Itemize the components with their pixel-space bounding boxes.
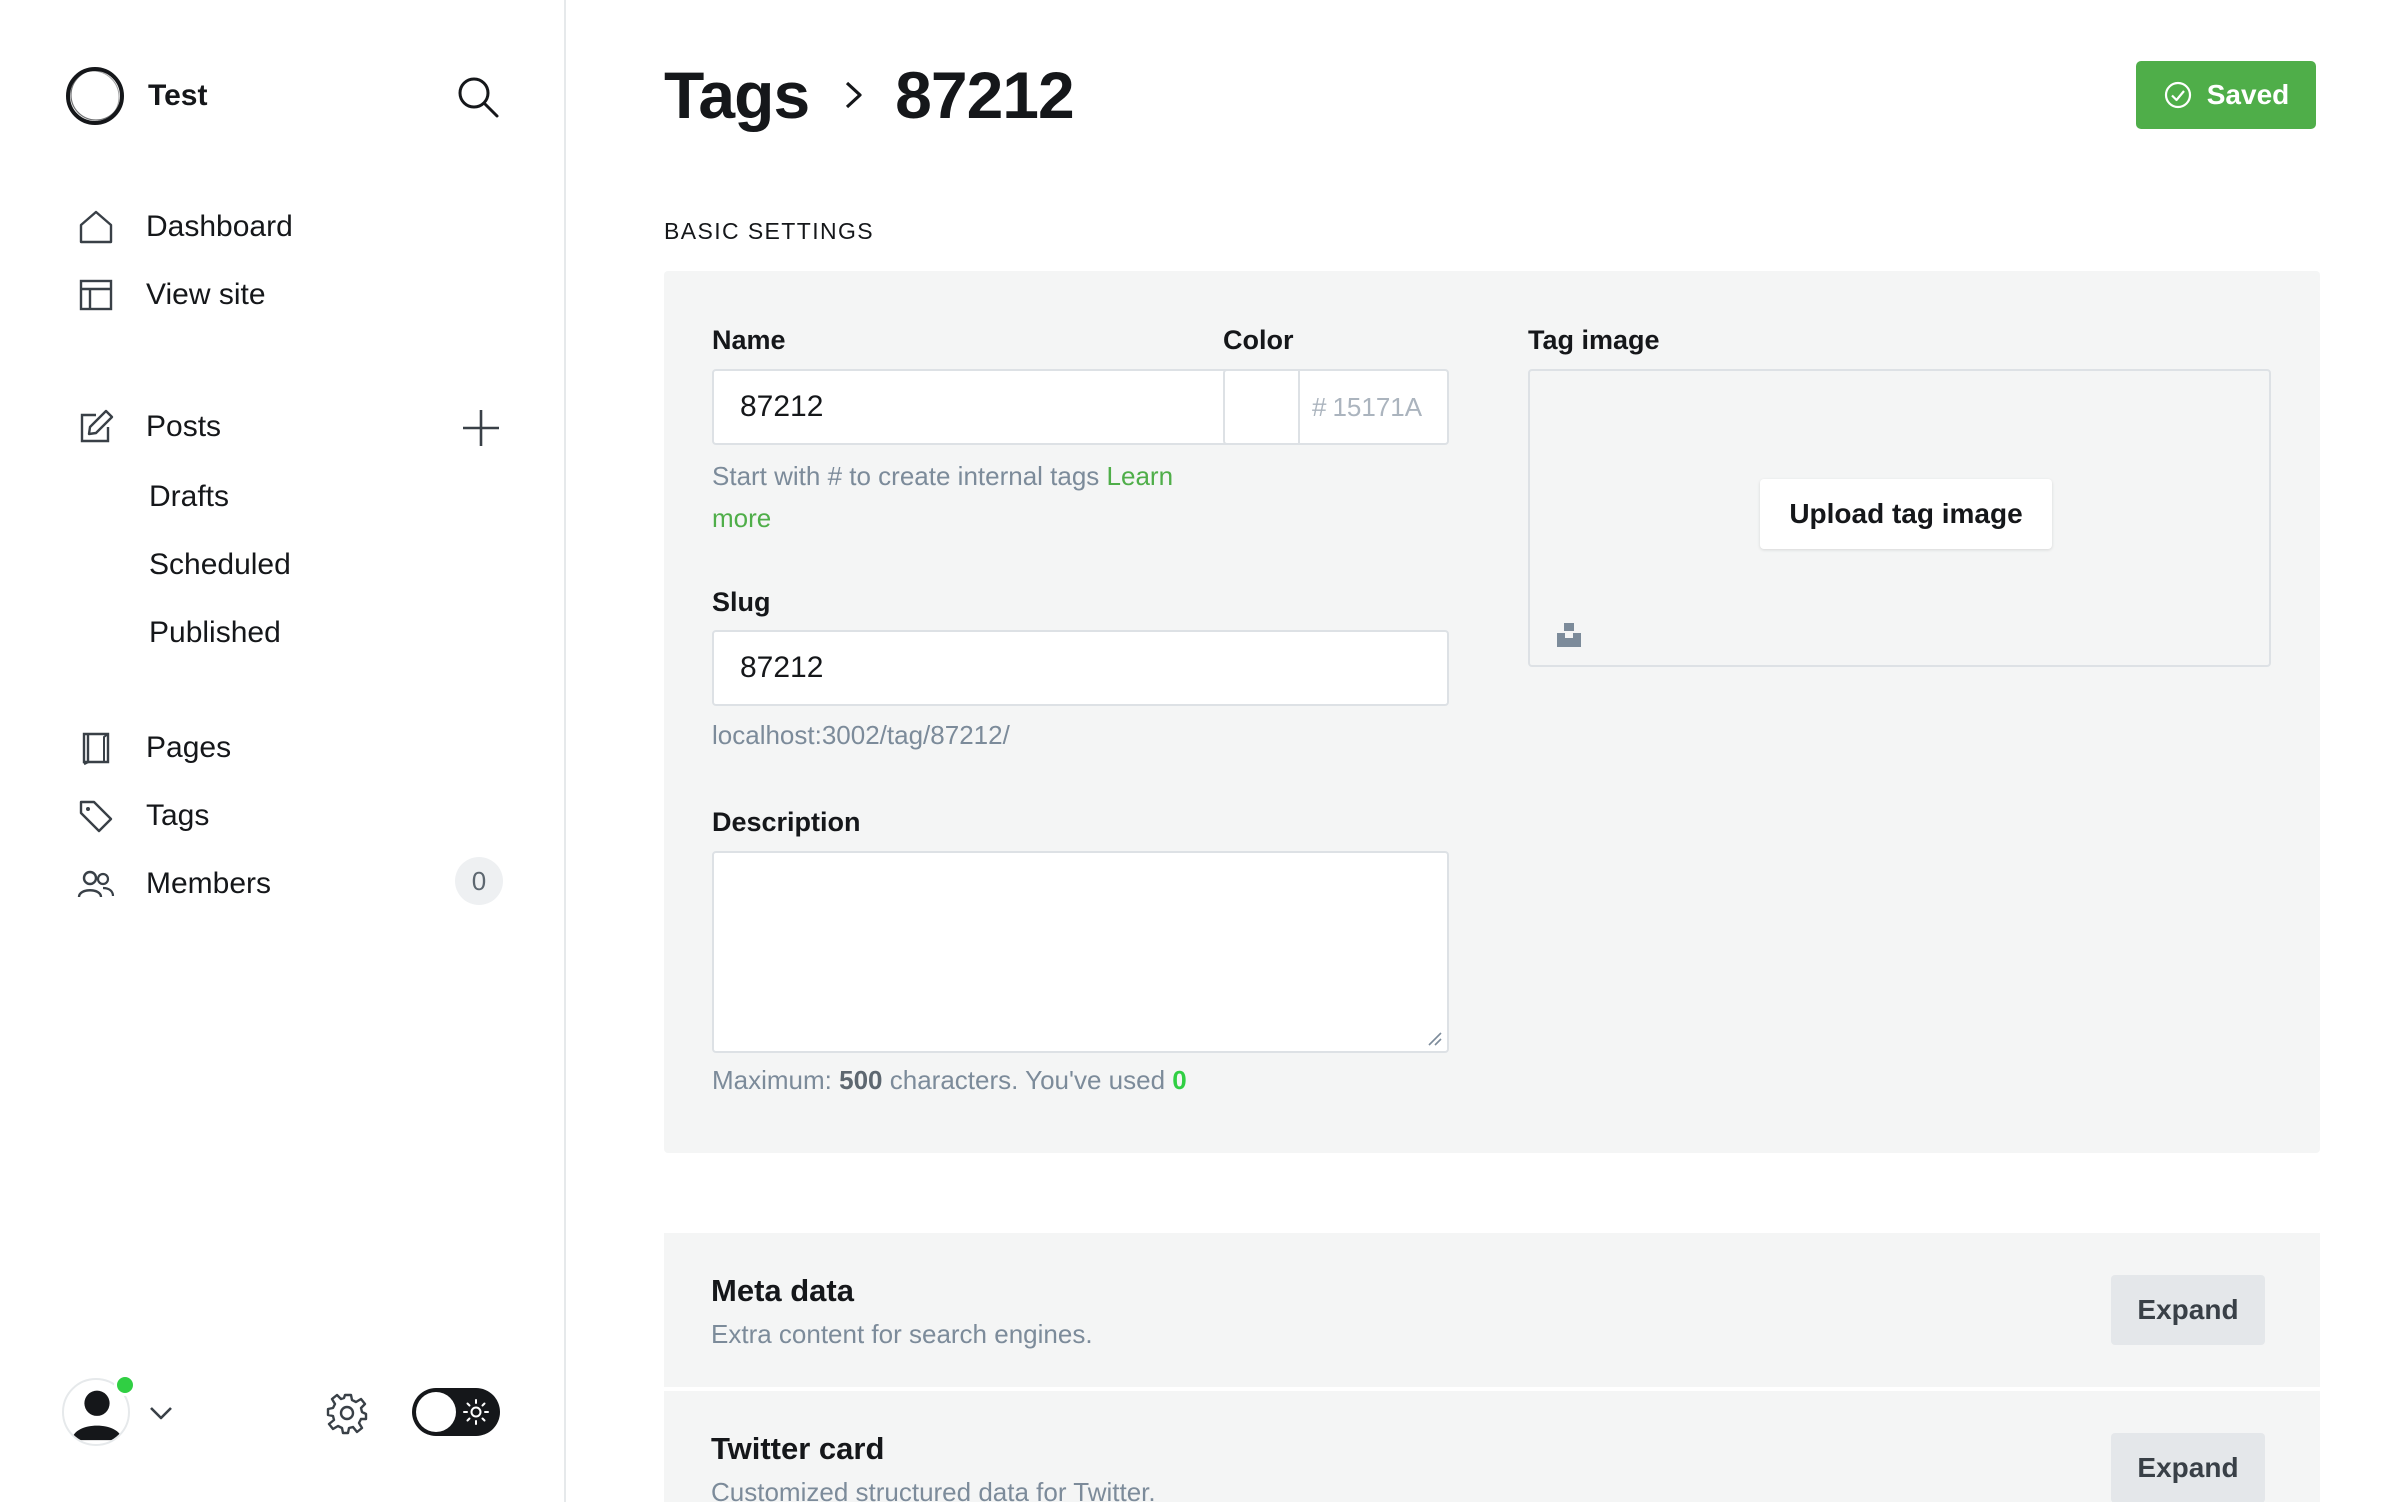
check-circle-icon <box>2164 81 2191 109</box>
search-icon[interactable] <box>455 74 501 120</box>
nav-dashboard[interactable]: Dashboard <box>76 202 293 252</box>
nav-published[interactable]: Published <box>149 610 281 656</box>
learn-more-link-cont[interactable]: more <box>712 503 771 533</box>
theme-toggle-knob <box>416 1392 456 1432</box>
nav-dashboard-label: Dashboard <box>146 210 293 243</box>
brand[interactable]: Test <box>64 64 207 128</box>
counter-max: 500 <box>839 1065 883 1095</box>
unsplash-icon[interactable] <box>1554 619 1584 649</box>
description-counter: Maximum: 500 characters. You've used 0 <box>712 1059 1187 1101</box>
members-icon <box>76 864 116 904</box>
site-logo-icon <box>66 67 124 125</box>
color-hash: # <box>1312 391 1327 422</box>
page-icon <box>76 728 116 768</box>
nav-tags[interactable]: Tags <box>76 791 209 841</box>
nav-scheduled[interactable]: Scheduled <box>149 542 291 588</box>
name-hint-text: Start with # to create internal tags <box>712 461 1100 491</box>
add-post-plus-icon[interactable] <box>459 406 503 450</box>
sidebar: Test Dashboard View site Posts Drafts Sc… <box>0 0 566 1502</box>
breadcrumb-current: 87212 <box>895 58 1075 132</box>
counter-max-prefix: Maximum: <box>712 1065 832 1095</box>
counter-middle: characters. You've used <box>889 1065 1166 1095</box>
site-name: Test <box>148 79 208 112</box>
meta-data-description: Extra content for search engines. <box>711 1319 1093 1349</box>
color-placeholder: 15171A <box>1332 391 1423 422</box>
color-swatch[interactable] <box>1225 371 1300 443</box>
color-field: # 15171A <box>1223 369 1449 445</box>
app-root: Test Dashboard View site Posts Drafts Sc… <box>0 0 2400 1502</box>
meta-data-section: Meta data Extra content for search engin… <box>664 1233 2320 1387</box>
saved-button-label: Saved <box>2206 79 2290 110</box>
nav-drafts[interactable]: Drafts <box>149 474 229 520</box>
upload-tag-image-button[interactable]: Upload tag image <box>1760 479 2052 549</box>
nav-tags-label: Tags <box>146 799 210 832</box>
twitter-card-expand-button[interactable]: Expand <box>2111 1433 2265 1502</box>
home-icon <box>76 207 116 247</box>
twitter-card-section: Twitter card Customized structured data … <box>664 1391 2320 1502</box>
slug-url-hint: localhost:3002/tag/87212/ <box>712 720 1010 750</box>
name-input[interactable]: 87212 <box>712 369 1234 445</box>
page-title-breadcrumb: Tags 87212 <box>664 52 1075 138</box>
chevron-right-icon <box>846 81 862 109</box>
chevron-down-icon[interactable] <box>146 1398 176 1428</box>
main-content: Tags 87212 Saved BASIC SETTINGS Name 872… <box>566 0 2400 1502</box>
nav-members-label: Members <box>146 867 272 900</box>
name-hint: Start with # to create internal tags Lea… <box>712 455 1232 539</box>
tag-image-dropzone[interactable]: Upload tag image <box>1528 369 2271 667</box>
counter-used: 0 <box>1172 1065 1187 1095</box>
meta-data-expand-button[interactable]: Expand <box>2111 1275 2265 1345</box>
nav-posts-label: Posts <box>146 410 222 443</box>
online-status-dot <box>114 1374 136 1396</box>
description-textarea[interactable] <box>712 851 1449 1053</box>
saved-button[interactable]: Saved <box>2136 61 2316 129</box>
slug-label: Slug <box>712 587 771 617</box>
nav-view-site-label: View site <box>146 278 266 311</box>
members-count-badge: 0 <box>455 857 503 905</box>
nav-posts[interactable]: Posts <box>76 402 221 452</box>
sun-icon <box>463 1399 489 1425</box>
nav-pages[interactable]: Pages <box>76 723 231 773</box>
tag-icon <box>76 796 116 836</box>
description-label: Description <box>712 807 861 837</box>
twitter-card-title: Twitter card <box>711 1431 885 1466</box>
name-label: Name <box>712 325 786 355</box>
user-avatar-button[interactable] <box>62 1374 136 1450</box>
section-title: BASIC SETTINGS <box>664 218 875 244</box>
breadcrumb-tags-link[interactable]: Tags <box>664 57 810 133</box>
tag-image-label: Tag image <box>1528 325 1660 355</box>
nav-pages-label: Pages <box>146 731 232 764</box>
color-label: Color <box>1223 325 1294 355</box>
layout-icon <box>76 275 116 315</box>
meta-data-title: Meta data <box>711 1273 854 1308</box>
pencil-icon <box>76 407 116 447</box>
gear-icon[interactable] <box>326 1391 370 1435</box>
slug-input[interactable]: 87212 <box>712 630 1449 706</box>
color-hex-input[interactable]: # 15171A <box>1300 371 1447 443</box>
twitter-card-description: Customized structured data for Twitter. <box>711 1477 1156 1502</box>
learn-more-link[interactable]: Learn <box>1107 461 1174 491</box>
resize-grip-icon[interactable] <box>1425 1029 1443 1047</box>
nav-view-site[interactable]: View site <box>76 270 266 320</box>
theme-toggle[interactable] <box>412 1388 500 1436</box>
nav-members[interactable]: Members <box>76 859 271 909</box>
